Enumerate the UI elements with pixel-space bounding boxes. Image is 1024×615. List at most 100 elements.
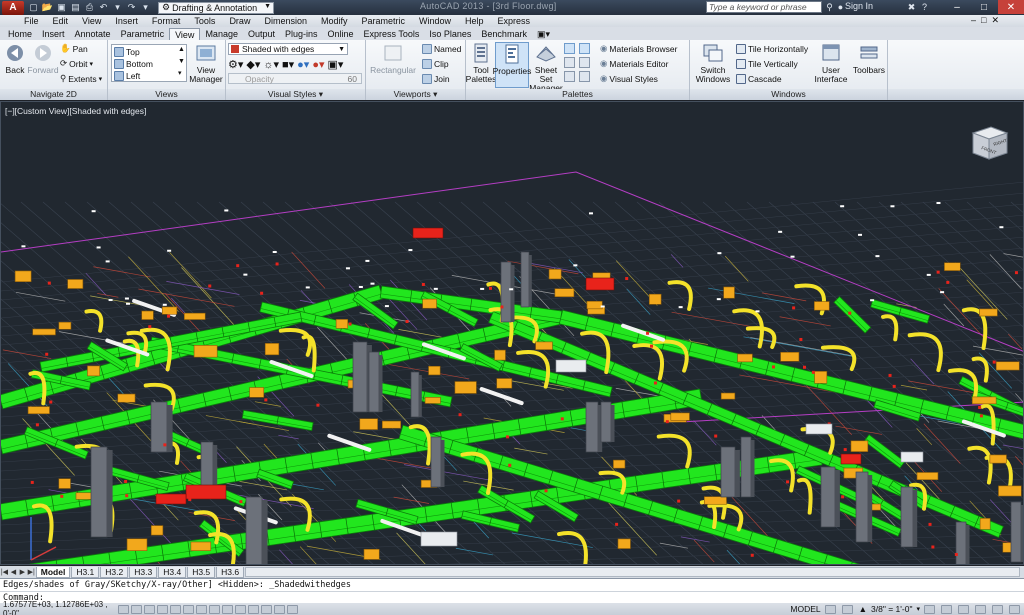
infer-constraints-icon[interactable] [118,604,129,614]
help-icon[interactable]: ? [918,1,931,13]
3d-osnap-icon[interactable] [196,604,207,614]
transparency-icon[interactable] [261,604,272,614]
ducs-icon[interactable] [222,604,233,614]
layout-tab-h3-1[interactable]: H3.1 [71,566,100,578]
tab-view[interactable]: View [169,28,201,40]
orbit-button[interactable]: ⟳ Orbit ▾ [60,58,93,69]
command-input[interactable]: Command: [0,591,1024,603]
layout-tab-h3-3[interactable]: H3.3 [129,566,158,578]
minimize-icon[interactable]: – [944,0,970,14]
materials-editor-button[interactable]: ◉ Materials Editor [600,58,668,69]
menu-parametric[interactable]: Parametric [362,16,406,26]
user-interface-button[interactable]: User Interface [812,42,850,84]
ribbon-toggle-icon[interactable]: ▣▾ [532,28,555,40]
menu-window[interactable]: Window [419,16,451,26]
menu-edit[interactable]: Edit [53,16,69,26]
dyn-icon[interactable] [235,604,246,614]
menu-view[interactable]: View [82,16,101,26]
tab-parametric[interactable]: Parametric [116,28,170,40]
model-space-toggle[interactable]: MODEL [790,604,820,614]
save-as-icon[interactable]: ▤ [69,2,82,13]
extents-button[interactable]: ⚲ Extents ▾ [60,73,102,84]
properties-button[interactable]: Properties [493,42,531,88]
palette-toggle-icon[interactable] [579,57,590,68]
xray-icon[interactable]: ▣▾ [328,58,344,71]
workspace-dropdown[interactable]: ⚙ Drafting & Annotation ▼ [158,1,274,14]
menu-help[interactable]: Help [465,16,484,26]
view-manager-button[interactable]: View Manager [188,42,224,84]
undo-icon[interactable]: ↶ [97,2,110,13]
otrack-icon[interactable] [209,604,220,614]
workspace-switching-icon[interactable] [941,604,952,614]
redo-icon[interactable]: ↷ [125,2,138,13]
layout-tab-model[interactable]: Model [35,566,71,578]
annotation-scale-value[interactable]: 3/8" = 1'-0" [871,604,912,614]
menu-insert[interactable]: Insert [115,16,138,26]
maximize-icon[interactable]: □ [971,0,997,14]
lineweight-icon[interactable] [248,604,259,614]
prev-layout-icon[interactable]: ◀ [9,568,18,576]
cursor-coordinates[interactable]: 1.67577E+03, 1.12786E+03 , 0'-0" [0,600,118,615]
tool-palettes-button[interactable]: Tool Palettes [466,42,496,84]
polar-icon[interactable] [170,604,181,614]
tab-output[interactable]: Output [243,28,280,40]
palette-toggle-icon[interactable] [564,71,575,82]
view-bottom[interactable]: Bottom [114,58,153,69]
tab-annotate[interactable]: Annotate [70,28,116,40]
tab-manage[interactable]: Manage [200,28,243,40]
forward-button[interactable]: Forward [27,42,59,75]
tab-iso-planes[interactable]: Iso Planes [424,28,476,40]
quick-view-drawings-icon[interactable] [841,604,853,614]
next-layout-icon[interactable]: ▶ [18,568,27,576]
clip-button[interactable]: Clip [422,58,449,69]
tab-online[interactable]: Online [323,28,359,40]
hardware-acceleration-icon[interactable] [975,604,986,614]
face-style-icon[interactable]: ◆▾ [246,58,260,71]
palette-toggle-icon[interactable] [579,71,590,82]
isolate-objects-icon[interactable] [992,604,1003,614]
drawing-viewport[interactable]: [−][Custom View][Shaded with edges] FRON… [0,101,1024,565]
menu-dimension[interactable]: Dimension [264,16,307,26]
sheet-set-manager-button[interactable]: Sheet Set Manager [529,42,563,93]
document-window-controls[interactable]: –□✕ [971,15,1004,26]
model-space-drawing[interactable] [1,102,1024,565]
tab-plug-ins[interactable]: Plug-ins [280,28,323,40]
tab-benchmark[interactable]: Benchmark [476,28,532,40]
lock-icon[interactable] [958,604,969,614]
save-icon[interactable]: ▣ [55,2,68,13]
search-input[interactable]: Type a keyword or phrase [706,1,822,13]
open-icon[interactable]: 📂 [41,2,54,13]
new-icon[interactable]: ▢ [27,2,40,13]
undo-dropdown-icon[interactable]: ▾ [111,2,124,13]
selection-cycling-icon[interactable] [287,604,298,614]
layout-tab-h3-6[interactable]: H3.6 [216,566,245,578]
cascade-button[interactable]: Cascade [736,73,782,84]
menu-express[interactable]: Express [498,16,531,26]
ortho-icon[interactable] [157,604,168,614]
menu-tools[interactable]: Tools [194,16,215,26]
quick-view-layouts-icon[interactable] [824,604,836,614]
tab-home[interactable]: Home [3,28,37,40]
tile-vertically-button[interactable]: Tile Vertically [736,58,798,69]
clean-screen-icon[interactable] [1009,604,1020,614]
last-layout-icon[interactable]: ▶| [27,568,36,576]
palette-toggle-icon[interactable] [564,57,575,68]
menu-draw[interactable]: Draw [229,16,250,26]
palette-toggle-icon[interactable] [579,43,590,54]
quick-properties-icon[interactable] [274,604,285,614]
lighting-icon[interactable]: ☼▾ [263,58,279,71]
viewcube[interactable]: FRONT RIGHT [965,119,1013,167]
tab-express-tools[interactable]: Express Tools [359,28,425,40]
layout-tab-h3-4[interactable]: H3.4 [158,566,187,578]
first-layout-icon[interactable]: |◀ [0,568,9,576]
menu-modify[interactable]: Modify [321,16,348,26]
layout-tab-h3-5[interactable]: H3.5 [187,566,216,578]
views-scroll[interactable]: ▲ ▼ ▾ [178,44,185,80]
redo-dropdown-icon[interactable]: ▾ [139,2,152,13]
snap-icon[interactable] [131,604,142,614]
edge-settings-icon[interactable]: ⚙▾ [228,58,243,71]
menu-file[interactable]: File [24,16,39,26]
plot-icon[interactable]: ⎙ [83,2,96,13]
menu-format[interactable]: Format [152,16,181,26]
application-menu-button[interactable]: A [2,0,24,15]
